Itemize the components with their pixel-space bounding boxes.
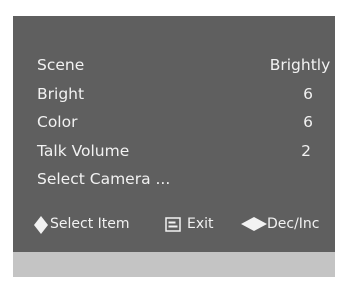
menu-item-label: Select Camera ...	[37, 170, 171, 188]
menu-item-label: Scene	[37, 56, 85, 74]
menu-item-scene[interactable]: Scene Brightly	[37, 54, 330, 77]
menu-item-color[interactable]: Color 6	[37, 111, 327, 134]
menu-item-bright[interactable]: Bright 6	[37, 83, 327, 106]
menu-item-label: Bright	[37, 85, 85, 103]
osd-menu-panel: Scene Brightly Bright 6 Color 6 Talk Vol…	[13, 16, 335, 277]
help-adjust-label: Dec/Inc	[267, 216, 320, 232]
menu-item-value: Brightly	[269, 56, 331, 74]
footer-band	[13, 252, 335, 277]
menu-item-value: 6	[303, 113, 313, 131]
help-select-label: Select Item	[50, 216, 130, 232]
menu-item-label: Color	[37, 113, 78, 131]
menu-item-value: 2	[301, 142, 311, 160]
menu-item-value: 6	[303, 85, 313, 103]
menu-item-talk-volume[interactable]: Talk Volume 2	[37, 140, 327, 163]
help-exit-label: Exit	[187, 216, 214, 232]
menu-item-select-camera[interactable]: Select Camera ...	[37, 168, 327, 191]
menu-item-label: Talk Volume	[37, 142, 130, 160]
help-bar: Select Item Exit Dec/Inc	[13, 212, 335, 236]
exit-box-icon	[165, 217, 181, 232]
up-down-diamond-icon	[34, 216, 48, 234]
